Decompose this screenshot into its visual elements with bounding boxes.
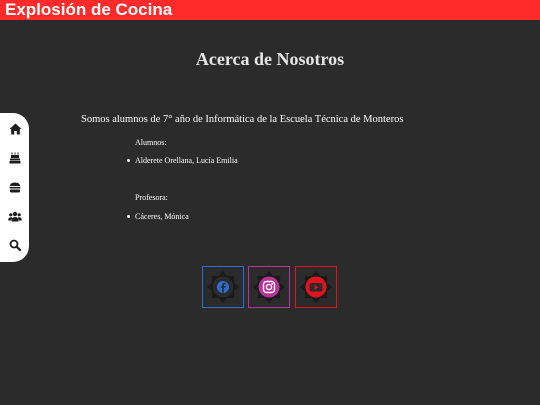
top-bar: Explosión de Cocina — [0, 0, 540, 20]
facebook-button[interactable] — [202, 266, 244, 308]
sidebar-item-home[interactable] — [7, 121, 23, 137]
teacher-name: Cáceres, Mónica — [135, 212, 189, 221]
users-icon — [8, 211, 22, 221]
home-icon — [9, 123, 21, 135]
facebook-icon — [207, 271, 239, 303]
student-name: Alderete Orellana, Lucía Emilia — [135, 156, 238, 165]
burger-icon — [9, 182, 21, 192]
sidebar-item-burgers[interactable] — [7, 179, 23, 195]
search-icon — [9, 239, 21, 251]
bullet — [127, 214, 130, 218]
youtube-button[interactable] — [295, 266, 337, 308]
teacher-label: Profesora: — [135, 193, 168, 202]
instagram-button[interactable] — [248, 266, 290, 308]
list-item: Alderete Orellana, Lucía Emilia — [127, 156, 238, 165]
bullet — [127, 158, 130, 162]
sidebar-item-cakes[interactable] — [7, 150, 23, 166]
youtube-icon — [300, 271, 332, 303]
instagram-icon — [253, 271, 285, 303]
sidebar-nav — [0, 113, 29, 262]
site-brand[interactable]: Explosión de Cocina — [5, 0, 172, 20]
students-label: Alumnos: — [135, 138, 167, 147]
sidebar-item-users[interactable] — [7, 208, 23, 224]
intro-text: Somos alumnos de 7° año de Informática d… — [81, 114, 404, 125]
cake-icon — [9, 152, 21, 164]
page-title: Acerca de Nosotros — [195, 49, 345, 69]
sidebar-item-search[interactable] — [7, 237, 23, 253]
list-item: Cáceres, Mónica — [127, 212, 189, 221]
